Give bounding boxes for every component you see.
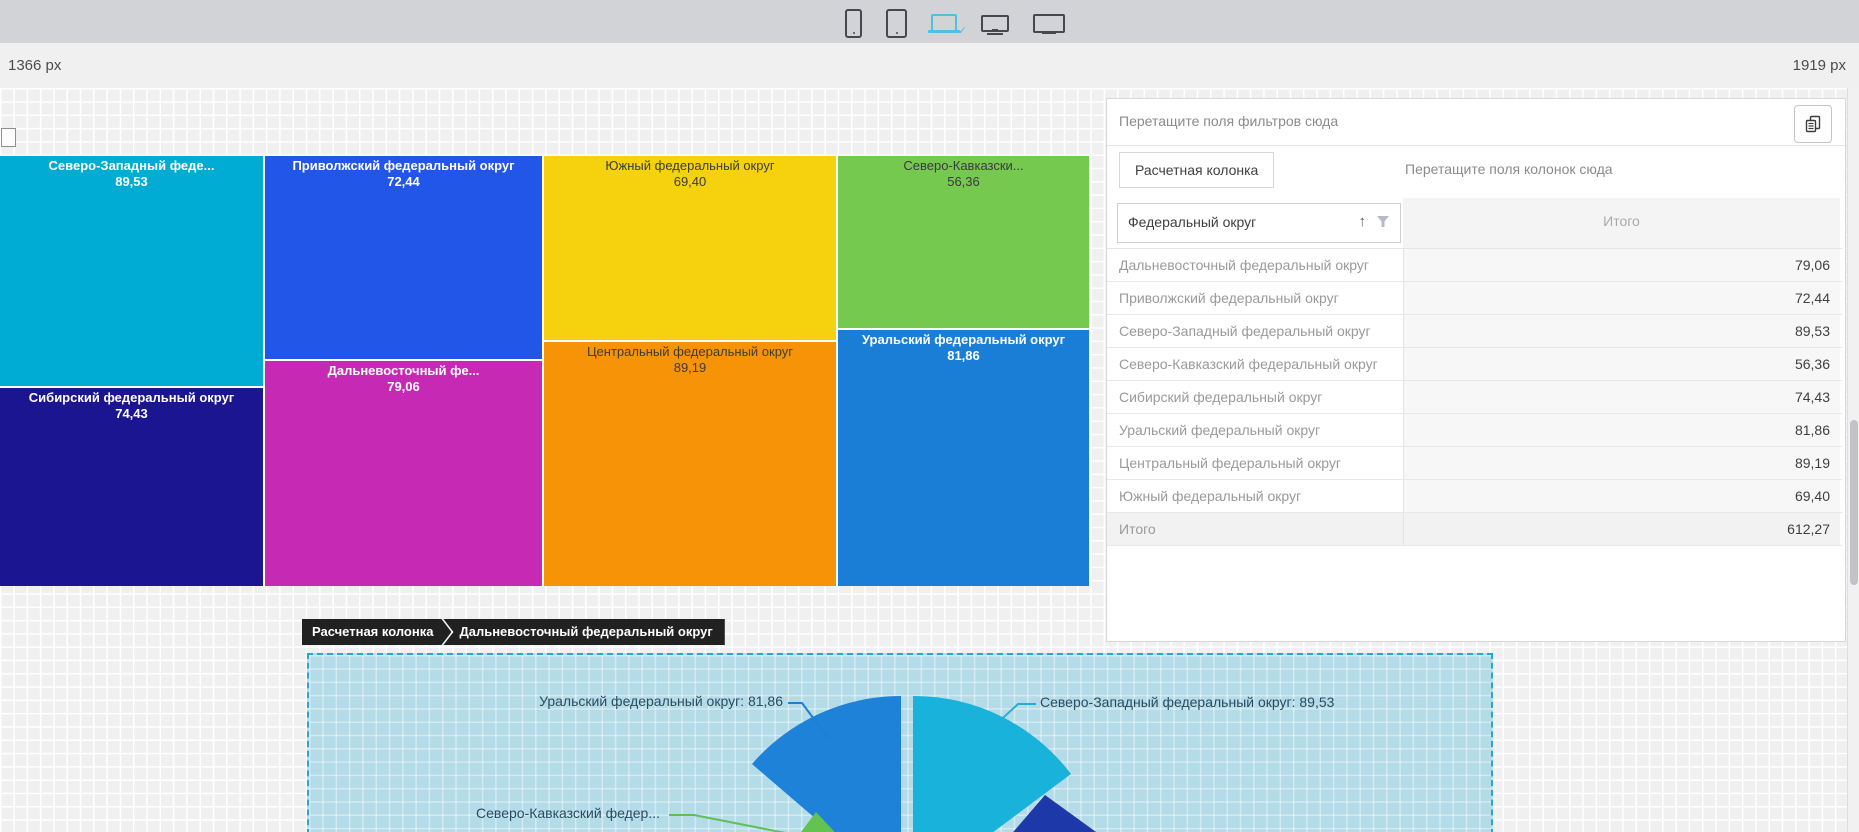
treemap-tile-value: 89,53: [0, 174, 263, 190]
treemap-tile[interactable]: Южный федеральный округ69,40: [544, 156, 836, 340]
row-name: Центральный федеральный округ: [1107, 447, 1403, 479]
breadcrumb: Расчетная колонка Дальневосточный федера…: [302, 619, 725, 645]
row-name: Приволжский федеральный округ: [1107, 282, 1403, 314]
phone-device-icon[interactable]: [845, 9, 862, 38]
monitor-device-icon[interactable]: [981, 11, 1009, 35]
treemap-tile-value: 72,44: [265, 174, 542, 190]
treemap-tile-value: 81,86: [838, 348, 1089, 364]
field-chip-calc-column[interactable]: Расчетная колонка: [1119, 152, 1274, 188]
row-name: Дальневосточный федеральный округ: [1107, 249, 1403, 281]
filters-hint: Перетащите поля фильтров сюда: [1119, 113, 1338, 129]
slider-max-label: 1919 px: [1793, 57, 1846, 74]
row-field-selector[interactable]: Федеральный округ ↑: [1117, 203, 1401, 243]
treemap-tile-label: Сибирский федеральный округ: [0, 390, 263, 406]
row-value: 79,06: [1403, 249, 1840, 281]
treemap-tile-label: Северо-Кавказски...: [838, 158, 1089, 174]
treemap-tile[interactable]: Уральский федеральный округ81,86: [838, 330, 1089, 586]
tv-device-icon[interactable]: [1033, 12, 1065, 35]
row-name: Уральский федеральный округ: [1107, 414, 1403, 446]
treemap-tile-label: Южный федеральный округ: [544, 158, 836, 174]
row-name: Сибирский федеральный округ: [1107, 381, 1403, 413]
pie-slice-label: Северо-Кавказский федер...: [476, 805, 660, 821]
treemap-tile-label: Дальневосточный фе...: [265, 363, 542, 379]
copy-layout-button[interactable]: [1794, 105, 1832, 143]
treemap-chart[interactable]: Северо-Западный феде...89,53Приволжский …: [0, 156, 1089, 586]
pivot-table-row[interactable]: Сибирский федеральный округ74,43: [1107, 381, 1842, 414]
breadcrumb-item-district[interactable]: Дальневосточный федеральный округ: [443, 619, 724, 645]
tablet-device-icon[interactable]: [886, 9, 907, 38]
pivot-table-row[interactable]: Северо-Кавказский федеральный округ56,36: [1107, 348, 1842, 381]
row-name: Северо-Западный федеральный округ: [1107, 315, 1403, 347]
scrollbar-thumb[interactable]: [1850, 420, 1858, 585]
width-slider-row: 1366 px 1919 px: [0, 43, 1859, 88]
treemap-tile[interactable]: Северо-Кавказски...56,36: [838, 156, 1089, 328]
row-value: 56,36: [1403, 348, 1840, 380]
laptop-device-icon[interactable]: ✓: [931, 13, 957, 33]
treemap-tile-label: Приволжский федеральный округ: [265, 158, 542, 174]
columns-drop-hint[interactable]: Перетащите поля колонок сюда: [1405, 161, 1613, 177]
treemap-tile[interactable]: Приволжский федеральный округ72,44: [265, 156, 542, 359]
treemap-tile-value: 56,36: [838, 174, 1089, 190]
treemap-tile-label: Уральский федеральный округ: [838, 332, 1089, 348]
device-switcher: ✓: [845, 6, 1065, 40]
pie-slice-uralsky: [752, 696, 901, 832]
filter-funnel-icon[interactable]: [1376, 215, 1390, 229]
callout-line-sev-kavk: [669, 815, 806, 832]
row-name: Северо-Кавказский федеральный округ: [1107, 348, 1403, 380]
pivot-table-rows: Дальневосточный федеральный округ79,06Пр…: [1107, 248, 1842, 546]
widget-resize-handle[interactable]: [1, 128, 16, 147]
treemap-tile-label: Центральный федеральный округ: [544, 344, 836, 360]
copy-layout-icon: [1803, 114, 1823, 134]
treemap-tile[interactable]: Дальневосточный фе...79,06: [265, 361, 542, 586]
row-value: 69,40: [1403, 480, 1840, 512]
device-toolbar: ✓: [0, 0, 1859, 43]
total-column-header: Итого: [1403, 198, 1840, 248]
pie-slice-label: Уральский федеральный округ: 81,86: [539, 693, 783, 709]
pie-slice-label: Северо-Западный федеральный округ: 89,53: [1040, 694, 1334, 710]
row-value: 81,86: [1403, 414, 1840, 446]
treemap-tile[interactable]: Северо-Западный феде...89,53: [0, 156, 263, 386]
vertical-scrollbar[interactable]: [1847, 88, 1859, 832]
row-name: Итого: [1107, 513, 1403, 545]
pivot-table-row[interactable]: Южный федеральный округ69,40: [1107, 480, 1842, 513]
pivot-table-row[interactable]: Северо-Западный федеральный округ89,53: [1107, 315, 1842, 348]
pivot-table-row[interactable]: Центральный федеральный округ89,19: [1107, 447, 1842, 480]
breadcrumb-item-calc-column[interactable]: Расчетная колонка: [302, 619, 451, 645]
row-value: 74,43: [1403, 381, 1840, 413]
row-value: 72,44: [1403, 282, 1840, 314]
treemap-tile[interactable]: Центральный федеральный округ89,19: [544, 342, 836, 586]
pivot-table-row[interactable]: Уральский федеральный округ81,86: [1107, 414, 1842, 447]
treemap-tile-value: 69,40: [544, 174, 836, 190]
pivot-designer-panel: Перетащите поля фильтров сюда Расчетная …: [1106, 98, 1846, 642]
report-designer: ✓ 1366 px 1919 px Северо-Западный феде..…: [0, 0, 1859, 832]
treemap-tile-value: 89,19: [544, 360, 836, 376]
treemap-tile[interactable]: Сибирский федеральный округ74,43: [0, 388, 263, 586]
slider-min-label: 1366 px: [8, 57, 61, 74]
sort-ascending-icon[interactable]: ↑: [1359, 213, 1367, 230]
pivot-table-row[interactable]: Дальневосточный федеральный округ79,06: [1107, 249, 1842, 282]
treemap-tile-value: 79,06: [265, 379, 542, 395]
row-value: 612,27: [1403, 513, 1840, 545]
row-value: 89,53: [1403, 315, 1840, 347]
row-value: 89,19: [1403, 447, 1840, 479]
row-field-label: Федеральный округ: [1128, 214, 1256, 230]
pivot-table-row[interactable]: Приволжский федеральный округ72,44: [1107, 282, 1842, 315]
treemap-tile-value: 74,43: [0, 406, 263, 422]
filters-drop-zone[interactable]: Перетащите поля фильтров сюда: [1107, 99, 1845, 146]
row-name: Южный федеральный округ: [1107, 480, 1403, 512]
pivot-total-row[interactable]: Итого612,27: [1107, 513, 1842, 546]
treemap-tile-label: Северо-Западный феде...: [0, 158, 263, 174]
